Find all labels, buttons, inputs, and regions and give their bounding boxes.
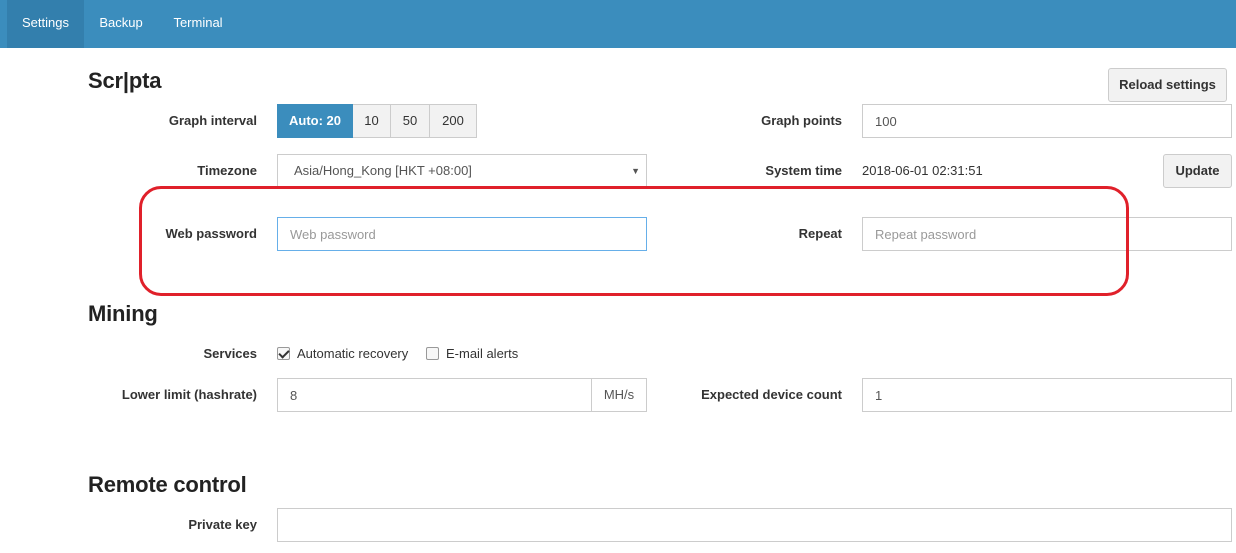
top-navbar: Settings Backup Terminal xyxy=(0,0,1236,48)
automatic-recovery-checkbox[interactable] xyxy=(277,347,290,360)
system-time-label: System time xyxy=(765,163,842,178)
lower-limit-input[interactable] xyxy=(277,378,592,412)
private-key-input[interactable] xyxy=(277,508,1232,542)
graph-interval-10-button[interactable]: 10 xyxy=(353,104,391,138)
graph-interval-button-group: Auto: 20 10 50 200 xyxy=(277,104,477,138)
automatic-recovery-label[interactable]: Automatic recovery xyxy=(297,346,408,361)
email-alerts-checkbox-row[interactable]: E-mail alerts xyxy=(426,346,518,361)
remote-control-section-title: Remote control xyxy=(88,472,247,497)
graph-interval-auto-button[interactable]: Auto: 20 xyxy=(277,104,353,138)
caret-down-icon: ▼ xyxy=(631,166,640,176)
services-label: Services xyxy=(203,346,258,361)
nav-tab-backup[interactable]: Backup xyxy=(86,0,156,48)
repeat-password-input[interactable] xyxy=(862,217,1232,251)
mining-section-title: Mining xyxy=(88,301,158,326)
web-password-input[interactable] xyxy=(277,217,647,251)
web-password-label: Web password xyxy=(165,226,257,241)
hashrate-unit-addon: MH/s xyxy=(592,378,647,412)
scripta-section-title: Scr|pta xyxy=(88,68,162,93)
system-time-value: 2018-06-01 02:31:51 xyxy=(862,163,983,178)
reload-settings-button[interactable]: Reload settings xyxy=(1108,68,1227,102)
nav-tab-settings[interactable]: Settings xyxy=(7,0,84,48)
graph-interval-200-button[interactable]: 200 xyxy=(430,104,477,138)
lower-limit-label: Lower limit (hashrate) xyxy=(121,387,257,402)
graph-interval-50-button[interactable]: 50 xyxy=(391,104,430,138)
expected-device-count-label: Expected device count xyxy=(701,387,842,402)
email-alerts-checkbox[interactable] xyxy=(426,347,439,360)
timezone-select[interactable]: Asia/Hong_Kong [HKT +08:00] ▼ xyxy=(277,154,647,188)
nav-tab-terminal[interactable]: Terminal xyxy=(162,0,234,48)
graph-points-label: Graph points xyxy=(761,113,842,128)
timezone-label: Timezone xyxy=(197,163,257,178)
automatic-recovery-checkbox-row[interactable]: Automatic recovery xyxy=(277,346,408,361)
timezone-selected-value: Asia/Hong_Kong [HKT +08:00] xyxy=(294,163,472,178)
email-alerts-label[interactable]: E-mail alerts xyxy=(446,346,518,361)
expected-device-count-input[interactable] xyxy=(862,378,1232,412)
update-time-button[interactable]: Update xyxy=(1163,154,1232,188)
graph-interval-label: Graph interval xyxy=(168,113,257,128)
graph-points-input[interactable] xyxy=(862,104,1232,138)
private-key-label: Private key xyxy=(188,517,257,532)
repeat-password-label: Repeat xyxy=(798,226,842,241)
